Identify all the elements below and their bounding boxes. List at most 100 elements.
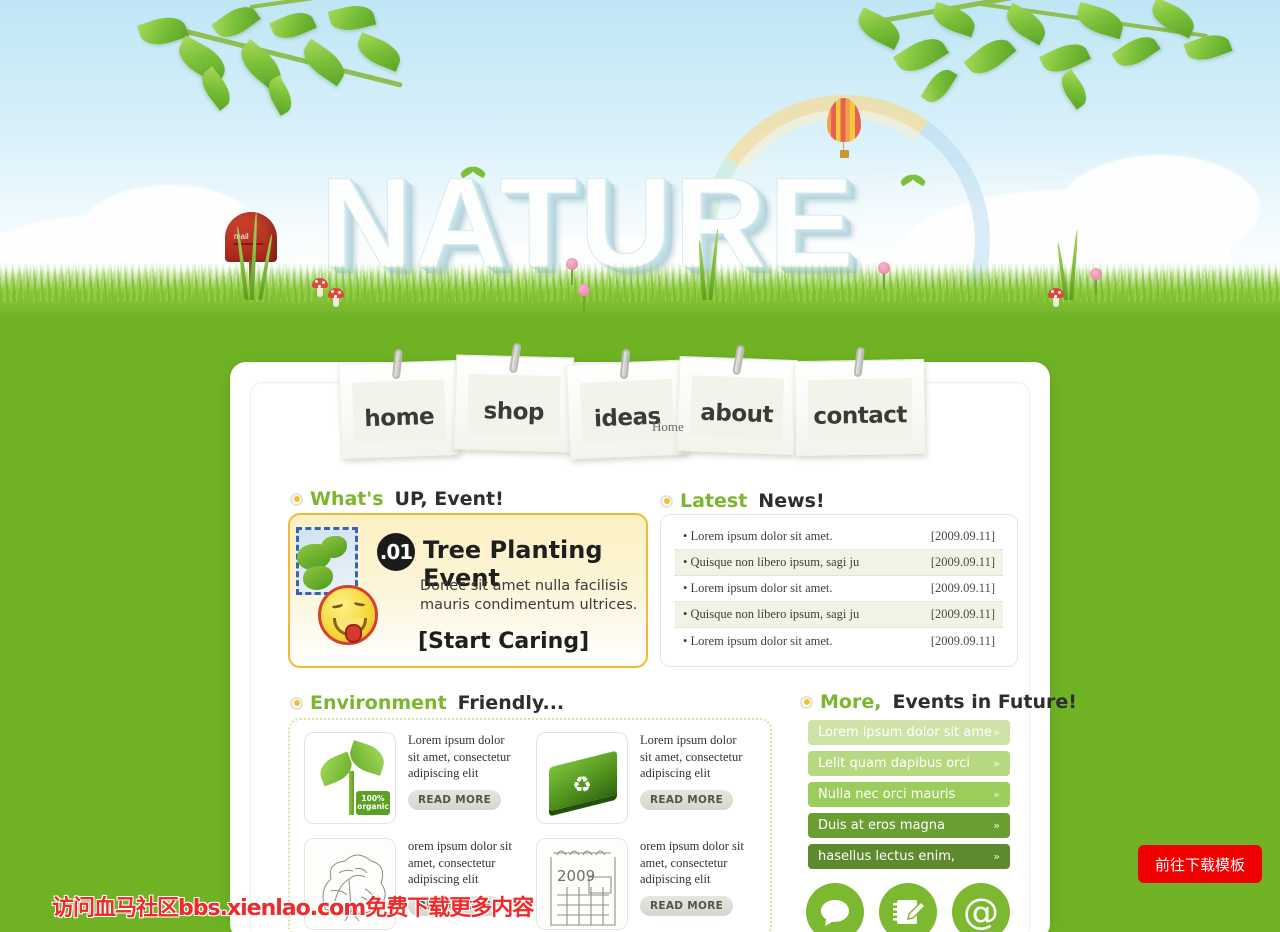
nav-item-label: home bbox=[363, 403, 435, 433]
chevron-right-icon: » bbox=[993, 757, 1000, 770]
environment-card[interactable]: ♻ Lorem ipsum dolor sit amet, consectetu… bbox=[536, 732, 752, 824]
news-item[interactable]: • Quisque non libero ipsum, sagi ju [200… bbox=[675, 602, 1003, 628]
mailbox-label: mail bbox=[234, 232, 249, 241]
hero-banner: NATURE mail bbox=[0, 0, 1280, 340]
nav-item-label: shop bbox=[483, 398, 545, 426]
watermark-text: 访问血马社区bbs.xienlao.com免费下载更多内容 bbox=[52, 896, 534, 921]
flower-icon bbox=[578, 284, 590, 311]
breadcrumb[interactable]: Home bbox=[652, 419, 684, 435]
paper-clip-icon bbox=[732, 344, 746, 376]
news-item[interactable]: • Lorem ipsum dolor sit amet. [2009.09.1… bbox=[675, 524, 1003, 550]
section-title-accent: Latest bbox=[680, 490, 748, 512]
nav-item-about[interactable]: about bbox=[676, 344, 798, 456]
news-item-text: • Lorem ipsum dolor sit amet. bbox=[683, 581, 833, 595]
card-text: orem ipsum dolor sit amet, consectetur a… bbox=[408, 839, 512, 886]
read-more-button[interactable]: READ MORE bbox=[640, 895, 734, 916]
nav-item-shop[interactable]: shop bbox=[453, 342, 575, 453]
future-event-label: Nulla nec orci mauris bbox=[818, 787, 956, 802]
recycle-book-icon: ♻ bbox=[536, 732, 628, 824]
news-item-text: • Quisque non libero ipsum, sagi ju bbox=[683, 555, 860, 569]
calendar-sketch-svg: 2009 bbox=[550, 850, 616, 926]
future-event-item[interactable]: Lelit quam dapibus orci » bbox=[808, 751, 1010, 776]
section-title-accent: More, bbox=[820, 691, 882, 713]
card-text: orem ipsum dolor sit amet, consectetur a… bbox=[640, 839, 744, 886]
bullet-icon bbox=[660, 494, 673, 508]
mushroom-icon bbox=[1048, 288, 1064, 307]
section-title-main: Friendly... bbox=[457, 692, 565, 714]
start-caring-link[interactable]: [Start Caring] bbox=[418, 629, 589, 654]
calendar-sketch-icon: 2009 bbox=[536, 838, 628, 930]
bullet-icon bbox=[290, 492, 303, 506]
more-events-section-header: More, Events in Future! bbox=[800, 691, 1077, 713]
environment-card[interactable]: 2009 orem ipsum dolor sit amet, consecte… bbox=[536, 838, 752, 930]
chevron-right-icon: » bbox=[993, 850, 1000, 863]
nav-item-contact[interactable]: contact bbox=[794, 346, 926, 457]
nav-item-home[interactable]: home bbox=[338, 348, 460, 460]
future-event-item[interactable]: Duis at eros magna » bbox=[808, 813, 1010, 838]
chevron-right-icon: » bbox=[993, 819, 1000, 832]
badge-line-2: organic bbox=[357, 802, 389, 811]
section-title-main: Events in Future! bbox=[892, 691, 1077, 713]
nav-item-label: contact bbox=[813, 402, 908, 430]
news-item-date: [2009.09.11] bbox=[930, 607, 995, 621]
news-item-date: [2009.09.11] bbox=[930, 555, 995, 569]
paper-clip-icon bbox=[619, 348, 631, 380]
grass-blades bbox=[0, 262, 1280, 302]
flower-icon bbox=[878, 262, 890, 289]
read-more-button[interactable]: READ MORE bbox=[640, 789, 734, 810]
environment-card[interactable]: 100% organic Lorem ipsum dolor sit amet,… bbox=[304, 732, 520, 824]
news-item[interactable]: • Lorem ipsum dolor sit amet. [2009.09.1… bbox=[675, 628, 1003, 654]
speech-bubble-icon[interactable] bbox=[806, 883, 864, 932]
future-event-label: Lelit quam dapibus orci bbox=[818, 756, 970, 771]
cloud bbox=[1060, 155, 1260, 260]
nav-item-ideas[interactable]: ideas bbox=[565, 348, 689, 460]
mushroom-icon bbox=[312, 278, 328, 297]
news-item-text: • Quisque non libero ipsum, sagi ju bbox=[683, 607, 860, 621]
news-section-header: Latest News! bbox=[660, 490, 825, 512]
bullet-icon bbox=[290, 696, 303, 710]
mushroom-icon bbox=[328, 288, 344, 307]
event-description: Donec sit amet nulla facilisis mauris co… bbox=[420, 578, 638, 614]
main-navigation: home shop ideas about contact bbox=[338, 342, 980, 460]
paper-clip-icon bbox=[391, 348, 403, 380]
future-event-label: Duis at eros magna bbox=[818, 818, 945, 833]
section-title-main: UP, Event! bbox=[394, 488, 504, 510]
event-section-header: What's UP, Event! bbox=[290, 488, 504, 510]
flower-icon bbox=[1090, 268, 1102, 295]
email-at-icon[interactable]: @ bbox=[952, 883, 1010, 932]
chevron-right-icon: » bbox=[993, 726, 1000, 739]
sprout-icon bbox=[459, 162, 487, 182]
paper-clip-icon bbox=[853, 346, 866, 378]
section-title-accent: What's bbox=[310, 488, 384, 510]
card-text: Lorem ipsum dolor sit amet, consectetur … bbox=[640, 733, 743, 780]
nav-item-label: about bbox=[699, 399, 774, 429]
news-item-text: • Lorem ipsum dolor sit amet. bbox=[683, 529, 833, 543]
section-title-accent: Environment bbox=[310, 692, 447, 714]
news-list: • Lorem ipsum dolor sit amet. [2009.09.1… bbox=[660, 514, 1018, 667]
news-item-date: [2009.09.11] bbox=[930, 581, 995, 595]
news-item-date: [2009.09.11] bbox=[930, 633, 995, 648]
notepad-pencil-icon[interactable] bbox=[879, 883, 937, 932]
sprout-plant-icon: 100% organic bbox=[304, 732, 396, 824]
at-glyph: @ bbox=[963, 891, 999, 932]
news-item[interactable]: • Lorem ipsum dolor sit amet. [2009.09.1… bbox=[675, 576, 1003, 602]
future-event-label: hasellus lectus enim, bbox=[818, 849, 955, 864]
news-item[interactable]: • Quisque non libero ipsum, sagi ju [200… bbox=[675, 550, 1003, 576]
featured-event-card[interactable]: .01 Tree Planting Event Donec sit amet n… bbox=[288, 513, 648, 668]
chevron-right-icon: » bbox=[993, 788, 1000, 801]
future-event-label: Lorem ipsum dolor sit ame bbox=[818, 725, 992, 740]
card-text: Lorem ipsum dolor sit amet, consectetur … bbox=[408, 733, 511, 780]
paper-clip-icon bbox=[508, 342, 522, 374]
future-event-item[interactable]: Nulla nec orci mauris » bbox=[808, 782, 1010, 807]
environment-section-header: Environment Friendly... bbox=[290, 692, 564, 714]
winking-smiley-icon bbox=[318, 585, 378, 645]
read-more-button[interactable]: READ MORE bbox=[408, 789, 502, 810]
flower-icon bbox=[566, 258, 578, 285]
sprout-icon bbox=[899, 170, 927, 190]
future-event-item[interactable]: hasellus lectus enim, » bbox=[808, 844, 1010, 869]
future-event-item[interactable]: Lorem ipsum dolor sit ame » bbox=[808, 720, 1010, 745]
bullet-icon bbox=[800, 695, 813, 709]
hot-air-balloon-icon bbox=[827, 98, 861, 160]
download-template-button[interactable]: 前往下载模板 bbox=[1138, 845, 1262, 883]
organic-badge: 100% organic bbox=[356, 791, 390, 815]
